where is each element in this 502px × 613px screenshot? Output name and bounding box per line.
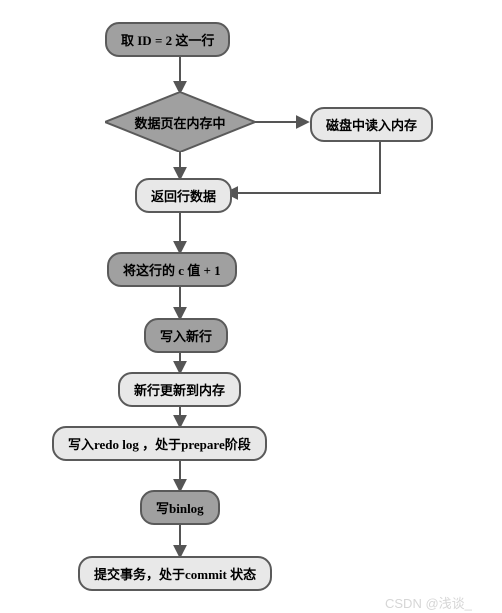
node-return-row: 返回行数据 (135, 178, 232, 213)
node-label: 新行更新到内存 (134, 380, 225, 399)
node-write-binlog: 写binlog (140, 490, 220, 525)
node-decision-page-in-memory: 数据页在内存中 (105, 92, 255, 152)
node-fetch-id: 取 ID = 2 这一行 (105, 22, 230, 57)
node-write-new-row: 写入新行 (144, 318, 228, 353)
node-label: 写入redo log ，处于prepare阶段 (68, 434, 251, 453)
node-label: 返回行数据 (151, 186, 216, 205)
node-update-memory: 新行更新到内存 (118, 372, 241, 407)
node-read-from-disk: 磁盘中读入内存 (310, 107, 433, 142)
node-label: 磁盘中读入内存 (326, 115, 417, 134)
watermark: CSDN @浅谈_ (385, 593, 472, 612)
node-increment-c: 将这行的 c 值 + 1 (107, 252, 237, 287)
node-redo-log-prepare: 写入redo log ，处于prepare阶段 (52, 426, 267, 461)
node-commit: 提交事务，处于commit 状态 (78, 556, 272, 591)
node-label: 数据页在内存中 (134, 113, 225, 132)
node-label: 写binlog (156, 498, 204, 517)
node-label: 提交事务，处于commit 状态 (94, 564, 256, 583)
node-label: 将这行的 c 值 + 1 (123, 260, 221, 279)
node-label: 写入新行 (160, 326, 212, 345)
node-label: 取 ID = 2 这一行 (121, 30, 214, 49)
